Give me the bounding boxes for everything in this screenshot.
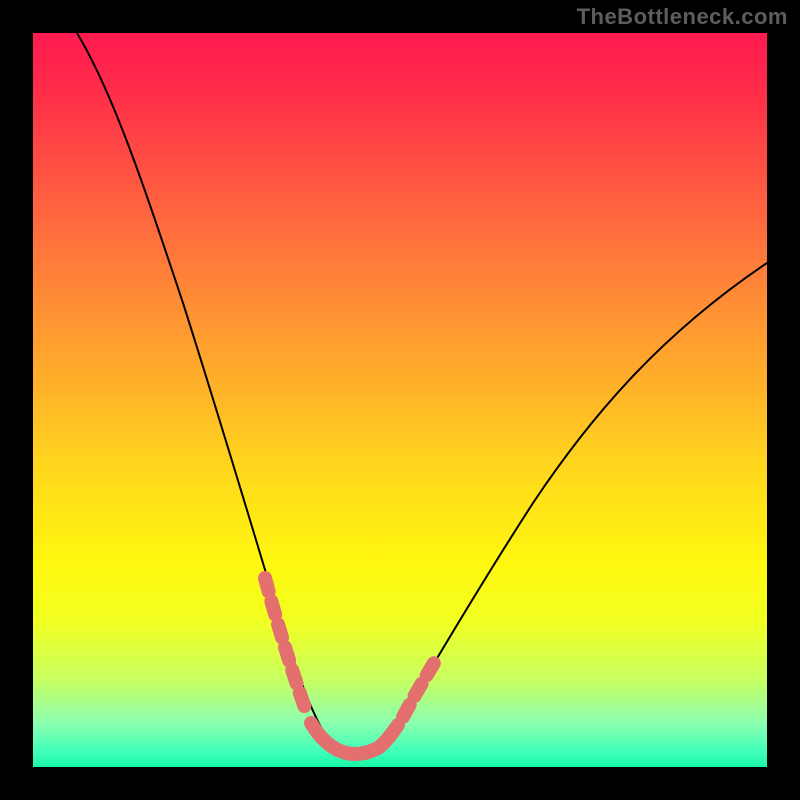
right-ascent-marker bbox=[403, 658, 437, 717]
left-descent-marker bbox=[265, 578, 305, 708]
chart-frame: TheBottleneck.com bbox=[0, 0, 800, 800]
plot-area bbox=[33, 33, 767, 767]
watermark-text: TheBottleneck.com bbox=[577, 4, 788, 30]
trough-marker bbox=[311, 723, 398, 754]
bottleneck-curve-line bbox=[77, 33, 767, 759]
bottleneck-curve-svg bbox=[33, 33, 767, 767]
